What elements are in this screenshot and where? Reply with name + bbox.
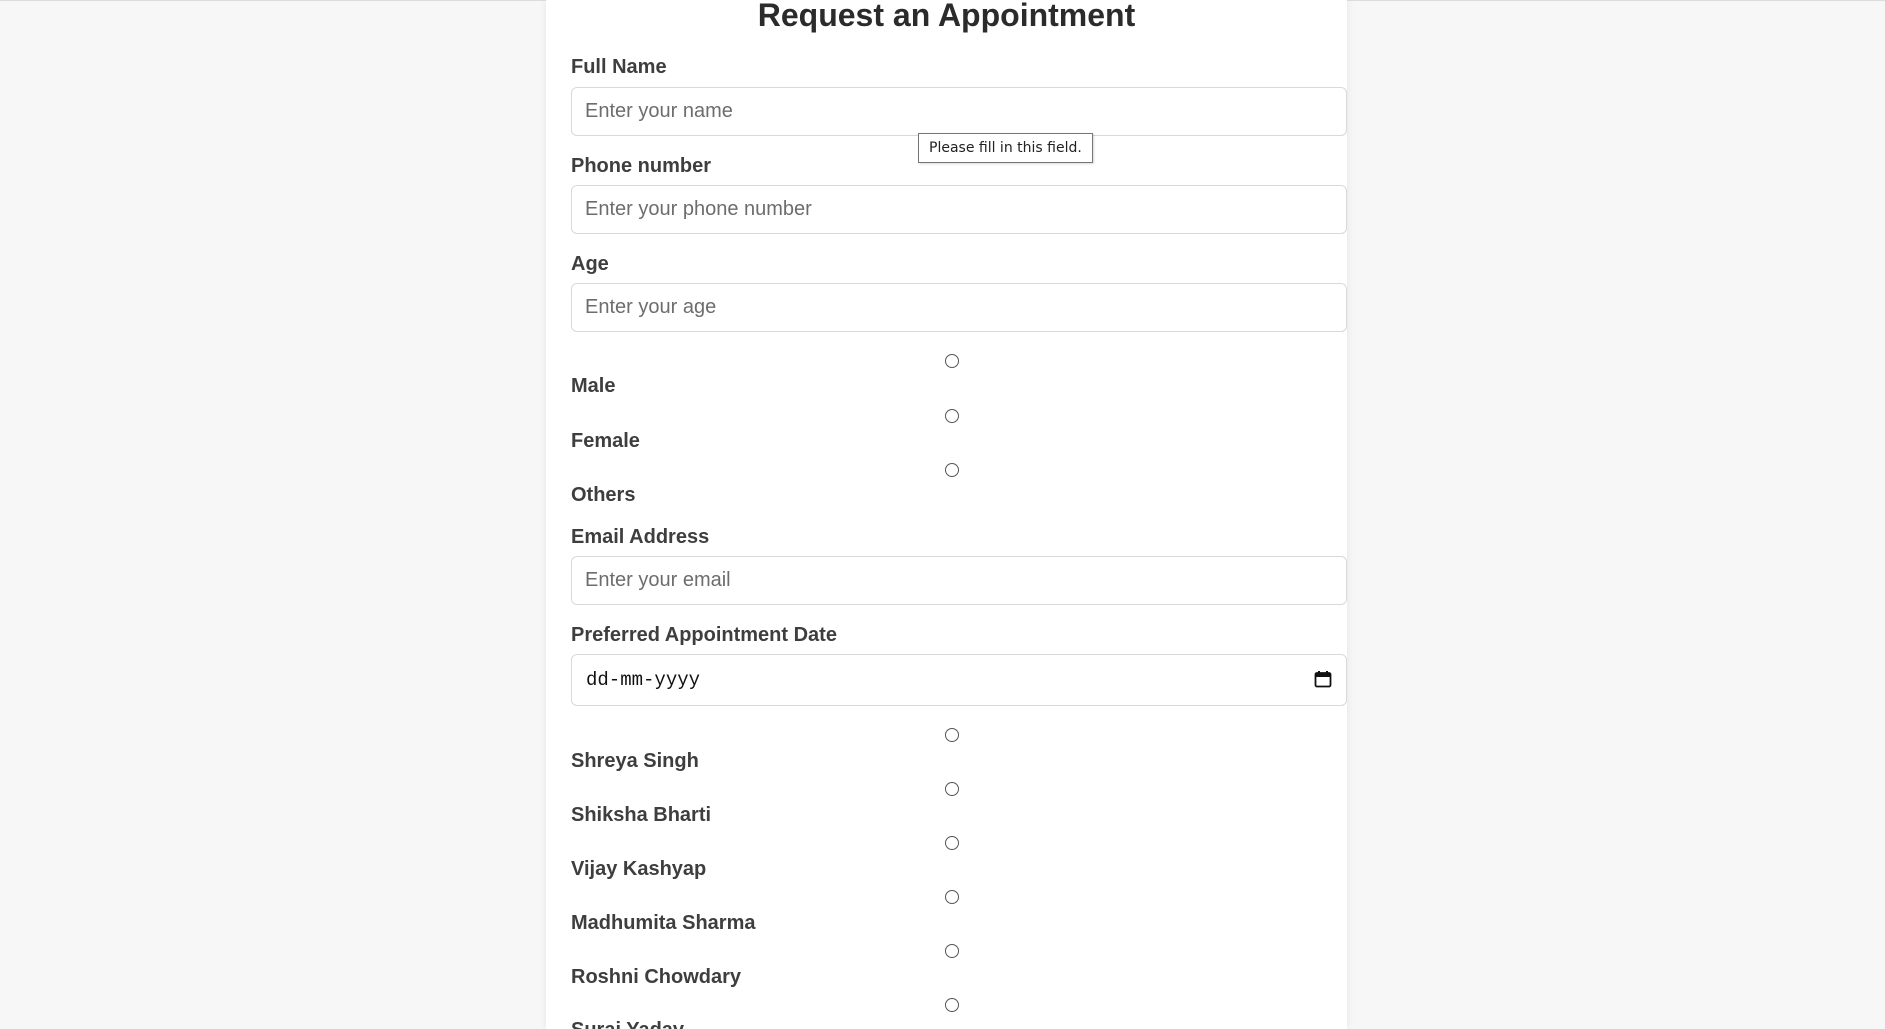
doctor-label-6: Suraj Yadav bbox=[571, 1018, 684, 1029]
phone-input[interactable] bbox=[571, 185, 1347, 234]
doctor-radio-2[interactable] bbox=[945, 782, 959, 796]
phone-label: Phone number bbox=[571, 155, 712, 177]
date-input[interactable]: dd-mm-yyyy bbox=[571, 654, 1347, 706]
age-input[interactable] bbox=[571, 283, 1347, 332]
doctor-label-1: Shreya Singh bbox=[571, 750, 699, 772]
full-name-input[interactable] bbox=[571, 87, 1347, 136]
doctor-label-2: Shiksha Bharti bbox=[571, 804, 712, 826]
doctor-label-3: Vijay Kashyap bbox=[571, 858, 707, 880]
gender-label-male: Male bbox=[571, 375, 616, 397]
validation-tooltip: Please fill in this field. bbox=[918, 133, 1093, 163]
email-label: Email Address bbox=[571, 526, 710, 548]
doctor-radio-6[interactable] bbox=[945, 998, 959, 1012]
doctor-radio-3[interactable] bbox=[945, 836, 959, 850]
gender-radio-others[interactable] bbox=[945, 463, 959, 477]
form-title: Request an Appointment bbox=[757, 0, 1136, 33]
gender-radio-female[interactable] bbox=[945, 409, 959, 423]
calendar-icon[interactable] bbox=[1314, 670, 1332, 688]
email-input[interactable] bbox=[571, 556, 1347, 605]
full-name-label: Full Name bbox=[571, 56, 667, 78]
doctor-radio-1[interactable] bbox=[945, 728, 959, 742]
gender-label-others: Others bbox=[571, 484, 636, 506]
doctor-label-5: Roshni Chowdary bbox=[571, 966, 742, 988]
doctor-radio-5[interactable] bbox=[945, 944, 959, 958]
date-placeholder: dd-mm-yyyy bbox=[586, 669, 701, 691]
date-label: Preferred Appointment Date bbox=[571, 624, 837, 646]
gender-label-female: Female bbox=[571, 430, 640, 452]
age-label: Age bbox=[571, 253, 609, 275]
gender-radio-male[interactable] bbox=[945, 354, 959, 368]
doctor-label-4: Madhumita Sharma bbox=[571, 912, 756, 934]
doctor-radio-4[interactable] bbox=[945, 890, 959, 904]
